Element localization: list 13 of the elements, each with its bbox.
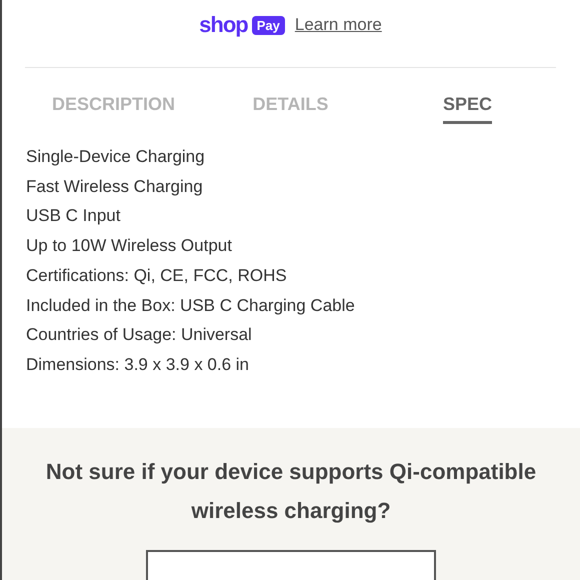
spec-line: Included in the Box: USB C Charging Cable [26,294,356,317]
learn-more-link[interactable]: Learn more [294,15,382,35]
pay-badge: Pay [252,16,285,34]
spec-line: Fast Wireless Charging [26,176,204,198]
spec-line: Certifications: Qi, CE, FCC, ROHS [26,264,288,287]
spec-line: USB C Input [26,205,122,228]
spec-line: Up to 10W Wireless Output [26,235,233,258]
compatibility-heading: Not sure if your device supports Qi-compatible wireless charging? [44,458,538,525]
spec-line: Dimensions: 3.9 x 3.9 x 0.6 in [26,354,250,376]
shop-logo-word: shop [199,12,248,38]
spec-line: Countries of Usage: Universal [26,324,253,346]
tab[interactable]: SPEC [442,94,492,124]
spec-line: Single-Device Charging [26,146,206,168]
